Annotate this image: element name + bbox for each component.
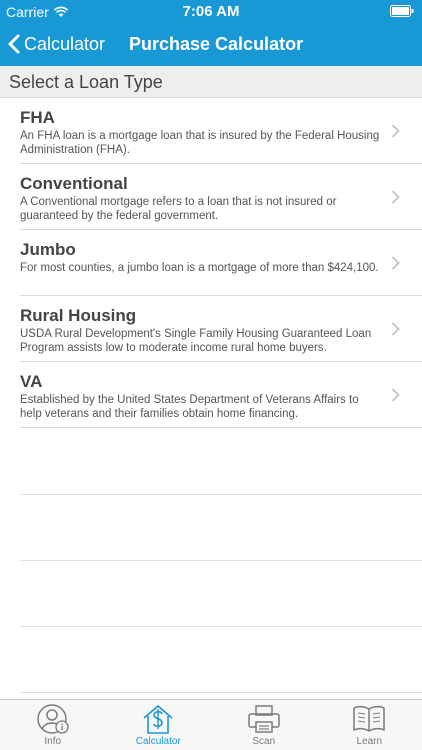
loan-type-description: An FHA loan is a mortgage loan that is i…: [20, 130, 380, 156]
loan-type-description: A Conventional mortgage refers to a loan…: [20, 196, 337, 222]
chevron-right-icon: [391, 124, 400, 138]
loan-type-description: For most counties, a jumbo loan is a mor…: [20, 262, 379, 274]
loan-type-title: FHA: [20, 108, 55, 127]
tab-learn[interactable]: Learn: [317, 700, 422, 750]
loan-type-title: Conventional: [20, 174, 128, 193]
section-title: Select a Loan Type: [9, 72, 163, 92]
loan-type-row-jumbo[interactable]: Jumbo For most counties, a jumbo loan is…: [20, 230, 422, 296]
empty-row-separator: [20, 626, 422, 627]
tab-label: Calculator: [135, 736, 181, 747]
app-header: Carrier 7:06 AM Calculator Purchase Calc…: [0, 0, 422, 66]
info-person-icon: [37, 704, 69, 734]
tab-label: Info: [44, 736, 62, 747]
tab-scan[interactable]: Scan: [211, 700, 317, 750]
chevron-right-icon: [391, 322, 400, 336]
tab-label: Scan: [252, 736, 276, 747]
chevron-right-icon: [391, 388, 400, 402]
tab-calculator[interactable]: Calculator: [106, 700, 212, 750]
scanner-icon: [248, 705, 280, 733]
section-header: Select a Loan Type: [0, 66, 422, 98]
loan-type-title: Rural Housing: [20, 306, 137, 325]
tab-bar: Info Calculator Scan Learn: [0, 699, 422, 750]
chevron-left-icon: [8, 34, 20, 54]
loan-type-title: VA: [20, 372, 43, 391]
loan-type-row-fha[interactable]: FHA An FHA loan is a mortgage loan that …: [20, 98, 422, 164]
book-icon: [353, 705, 385, 732]
tab-info[interactable]: Info: [0, 700, 106, 750]
status-time: 7:06 AM: [182, 3, 240, 20]
loan-type-row-conventional[interactable]: Conventional A Conventional mortgage ref…: [20, 164, 422, 230]
loan-type-list: FHA An FHA loan is a mortgage loan that …: [0, 98, 422, 428]
back-button-label: Calculator: [24, 33, 106, 54]
back-button[interactable]: Calculator: [8, 30, 105, 58]
loan-type-description: USDA Rural Development's Single Family H…: [20, 328, 372, 354]
loan-type-row-va[interactable]: VA Established by the United States Depa…: [20, 362, 422, 428]
empty-row-separator: [20, 692, 422, 693]
status-bar: Carrier 7:06 AM: [0, 0, 422, 22]
battery-icon: [390, 5, 414, 17]
empty-row-separator: [20, 494, 422, 495]
loan-type-description: Established by the United States Departm…: [20, 394, 359, 420]
page-title: Purchase Calculator: [129, 34, 304, 54]
chevron-right-icon: [391, 190, 400, 204]
chevron-right-icon: [391, 256, 400, 270]
empty-row-separator: [20, 560, 422, 561]
tab-label: Learn: [356, 736, 383, 747]
house-dollar-icon: [143, 705, 173, 734]
navigation-bar: Calculator Purchase Calculator: [0, 22, 422, 66]
loan-type-row-rural-housing[interactable]: Rural Housing USDA Rural Development's S…: [20, 296, 422, 362]
loan-type-title: Jumbo: [20, 240, 76, 259]
